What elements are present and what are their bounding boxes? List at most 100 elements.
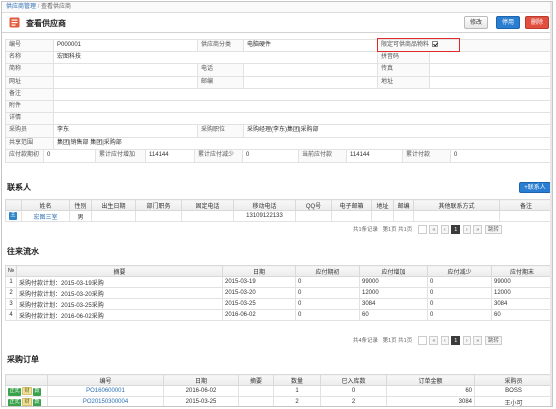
category-label: 供应商分类 [197,38,244,53]
table-row[interactable]: 正式财款 PO20150300004 2015-03-25 2 2 3084 王… [5,396,552,406]
pager-last-button[interactable]: » [473,336,483,345]
postcode-label: 邮编 [197,75,244,89]
pager-page-info: 第1页 共1页 [382,227,413,233]
ledger-inc: 99000 [359,276,428,288]
pager-summary: 共4条记录 [353,338,379,344]
col-header: 应付期末 [491,265,552,277]
stat-open-value: 0 [44,150,96,162]
detail-value [52,112,552,126]
ledger-close: 60 [491,309,552,321]
contact-gender: 男 [69,210,92,222]
col-header: 订单金额 [386,374,475,386]
status-tag-payment: 款 [33,398,42,406]
address-value [428,75,552,89]
info-row: 编号 P000001 供应商分类 电脑硬件 限定可供商品物料 [5,38,552,53]
ledger-open: 0 [295,287,360,299]
col-header: 已入库数 [320,374,387,386]
table-row: 主 宏图三室 男 13109122133 [5,210,552,222]
contact-note [499,210,552,222]
ledger-no: 4 [5,309,17,321]
col-header: 编号 [47,374,164,386]
ledger-date: 2015-03-20 [222,287,296,299]
info-row: 采购员 李东 采购职位 采购经理(李东)集团|采购部 [5,124,552,138]
category-value: 电脑硬件 [243,38,378,53]
order-code-link[interactable]: PO160600001 [47,385,164,397]
fax-label: 传真 [377,63,430,77]
pager-current-page[interactable]: 1 [451,336,461,345]
stat-current-label: 当前应付款 [299,150,347,162]
status-tag-finance: 财 [22,397,33,406]
phone-value [243,63,378,77]
primary-badge-cell: 主 [5,210,22,222]
delete-button[interactable]: 删除 [525,16,549,29]
pinyin-value [428,51,552,65]
ledger-inc: 12000 [359,287,428,299]
edit-button[interactable]: 修改 [464,16,488,29]
contacts-section-title: 联系人 [7,183,31,192]
order-buyer: 王小可 [474,396,552,406]
pager-go-button[interactable]: 跳转 [484,336,502,345]
col-header: 应付减少 [427,265,492,277]
info-row: 备注 [5,87,552,101]
pager-next-button[interactable]: › [462,225,471,234]
stat-inc-value: 114144 [146,150,195,162]
breadcrumb: 供应商管理 / 查看供应商 [2,2,552,13]
status-tag-finance: 财 [22,386,33,395]
order-in: 0 [320,385,387,397]
ledger-open: 0 [295,309,360,321]
col-header: QQ号 [295,199,332,211]
info-stats-row: 应付款期初 0 累计应付增加 114144 累计应付减少 0 当前应付款 114… [4,148,552,163]
pager-next-button[interactable]: › [462,336,471,345]
orders-section-title: 采购订单 [7,355,39,364]
vertical-scrollbar[interactable] [550,2,552,406]
ledger-dec: 0 [427,276,492,288]
restrict-highlight-box [377,38,460,52]
pager-first-button[interactable]: « [429,225,439,234]
contact-zip [393,210,414,222]
pager-page-input[interactable] [417,225,427,234]
pager-current-page[interactable]: 1 [451,225,461,234]
table-row[interactable]: 2 采购付款计划：2015-03-20采购 2015-03-20 0 12000… [5,287,552,299]
breadcrumb-separator: / [37,4,40,10]
title-bar: 查看供应商 修改 停用 删除 [2,13,552,33]
pager-first-button[interactable]: « [429,336,439,345]
breadcrumb-root[interactable]: 供应商管理 [6,4,36,10]
orders-header-row: 编号 日期 摘要 数量 已入库数 订单金额 采购员 [5,374,552,386]
col-header: 其他联系方式 [413,199,500,211]
col-header: 日期 [222,265,296,277]
website-label: 网址 [5,75,54,89]
stat-inc-label: 累计应付增加 [96,150,146,162]
col-header: 采购员 [474,374,552,386]
pager-last-button[interactable]: » [473,225,483,234]
table-row[interactable]: 1 采购付款计划：2015-03-19采购 2015-03-19 0 99000… [5,276,552,288]
table-row[interactable]: 正式财款 PO160600001 2016-06-02 1 0 60 BOSS [5,385,552,397]
table-row[interactable]: 4 采购付款计划：2016-06-02采购 2016-06-02 0 60 0 … [5,309,552,321]
contact-addr [371,210,394,222]
primary-badge: 主 [8,212,17,220]
ledger-open: 0 [295,298,360,310]
breadcrumb-current: 查看供应商 [41,4,72,10]
ledger-date: 2015-03-25 [222,298,296,310]
table-row[interactable]: 3 采购付款计划：2015-03-25采购 2015-03-25 0 3084 … [5,298,552,310]
pager-prev-button[interactable]: ‹ [440,336,449,345]
stats-cell: 应付款期初 0 累计应付增加 114144 累计应付减少 0 当前应付款 114… [4,148,552,163]
ledger-dec: 0 [427,287,492,299]
disable-button[interactable]: 停用 [496,16,520,29]
stat-paid-label: 累计付款 [403,150,451,162]
add-contact-button[interactable]: +联系人 [519,182,551,193]
contact-name-link[interactable]: 宏图三室 [21,210,70,222]
buyer-pos-value: 采购经理(李东)集团|采购部 [242,124,552,138]
ledger-inc: 3084 [359,298,428,310]
order-code-link[interactable]: PO20150300004 [47,396,164,406]
ledger-close: 12000 [491,287,552,299]
pager-prev-button[interactable]: ‹ [440,225,449,234]
name-value: 宏图科技 [53,51,378,65]
ledger-date: 2016-06-02 [222,309,296,321]
pager-go-button[interactable]: 跳转 [484,225,502,234]
phone-label: 电话 [197,63,244,77]
col-header: 邮编 [393,199,414,211]
contacts-pager: 共1条记录 第1页 共1页 « ‹ 1 › » 跳转 [353,225,502,235]
pager-page-input[interactable] [417,336,427,345]
order-buyer: BOSS [474,385,552,397]
short-value [53,63,198,77]
